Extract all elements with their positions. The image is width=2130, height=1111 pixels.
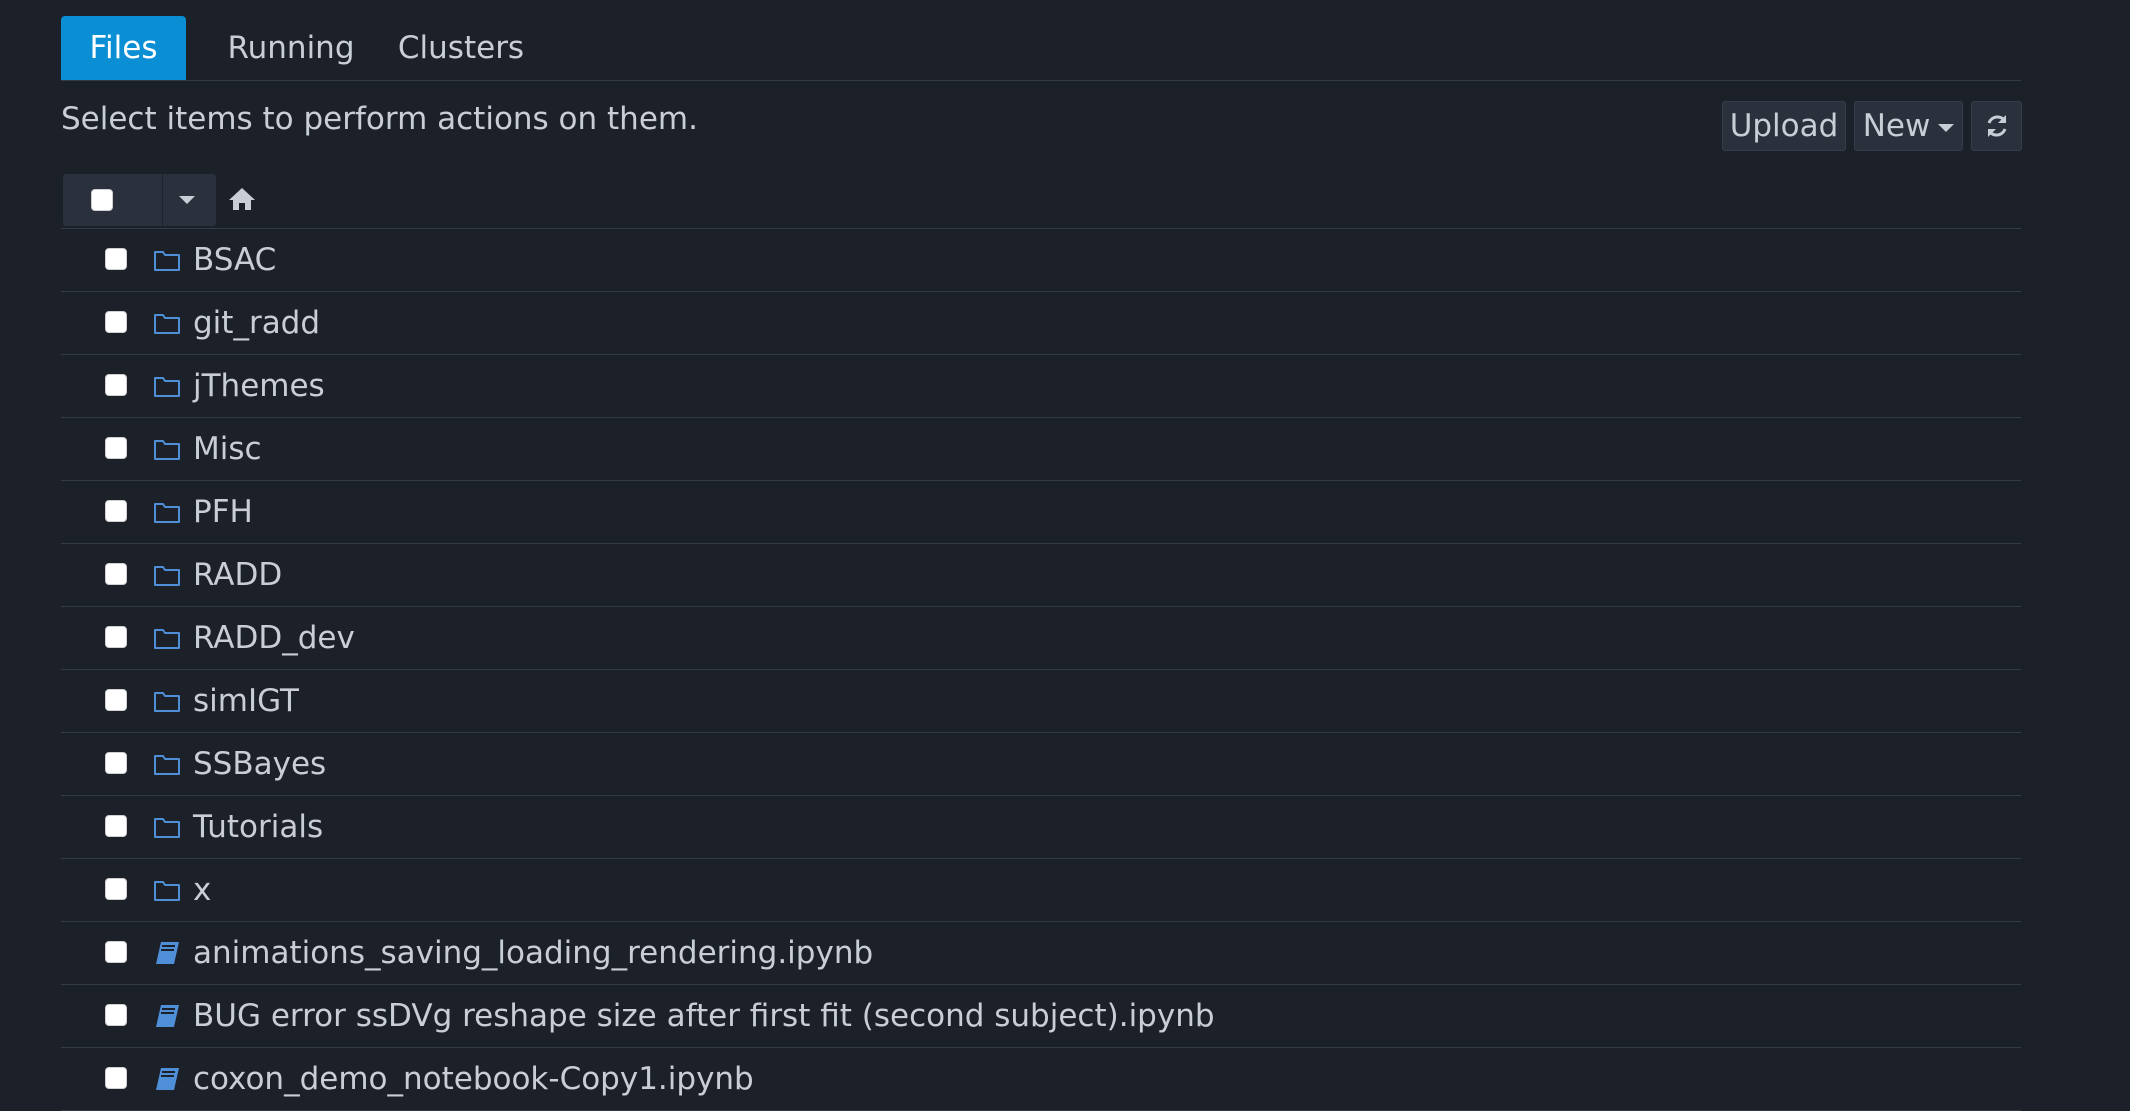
item-checkbox[interactable] [105,689,127,711]
item-checkbox[interactable] [105,815,127,837]
folder-icon [153,875,181,905]
instructions-text: Select items to perform actions on them. [61,101,698,137]
item-name-link[interactable]: RADD [193,544,282,606]
refresh-icon [1987,115,2006,137]
chevron-down-icon [179,196,195,204]
list-item[interactable]: BSAC [61,229,2021,292]
list-item[interactable]: Misc [61,418,2021,481]
item-name-link[interactable]: BUG error ssDVg reshape size after first… [193,985,1215,1047]
item-name-link[interactable]: x [193,859,211,921]
item-checkbox[interactable] [105,437,127,459]
notebook-icon [153,938,181,968]
refresh-button[interactable] [1971,101,2022,151]
folder-icon [153,623,181,653]
list-item[interactable]: PFH [61,481,2021,544]
item-name-link[interactable]: Tutorials [193,796,323,858]
folder-icon [153,812,181,842]
select-all-checkbox[interactable] [91,189,113,211]
list-item[interactable]: x [61,859,2021,922]
item-checkbox[interactable] [105,626,127,648]
list-item[interactable]: jThemes [61,355,2021,418]
item-name-link[interactable]: coxon_demo_notebook-Copy1.ipynb [193,1048,754,1110]
item-name-link[interactable]: RADD_dev [193,607,355,669]
notebook-icon [153,1001,181,1031]
tab-clusters[interactable]: Clusters [380,16,542,80]
tab-files[interactable]: Files [61,16,186,80]
folder-icon [153,371,181,401]
file-list: BSAC git_radd jThemes Misc PFH RADD RADD_dev si… [61,229,2021,1111]
new-button-label: New [1862,108,1931,144]
list-item[interactable]: simIGT [61,670,2021,733]
folder-icon [153,560,181,590]
notebook-icon [153,1064,181,1094]
folder-icon [153,245,181,275]
selection-dropdown-button[interactable] [162,174,216,226]
list-item[interactable]: git_radd [61,292,2021,355]
item-checkbox[interactable] [105,374,127,396]
folder-icon [153,686,181,716]
item-name-link[interactable]: animations_saving_loading_rendering.ipyn… [193,922,873,984]
home-icon[interactable] [227,186,257,212]
upload-button[interactable]: Upload [1722,101,1846,151]
item-checkbox[interactable] [105,878,127,900]
item-checkbox[interactable] [105,1067,127,1089]
item-name-link[interactable]: simIGT [193,670,299,732]
item-name-link[interactable]: PFH [193,481,253,543]
list-item[interactable]: coxon_demo_notebook-Copy1.ipynb [61,1048,2021,1111]
item-name-link[interactable]: SSBayes [193,733,326,795]
tab-running[interactable]: Running [207,16,375,80]
list-item[interactable]: RADD_dev [61,607,2021,670]
list-item[interactable]: animations_saving_loading_rendering.ipyn… [61,922,2021,985]
folder-icon [153,308,181,338]
item-name-link[interactable]: git_radd [193,292,320,354]
folder-icon [153,749,181,779]
folder-icon [153,497,181,527]
item-checkbox[interactable] [105,311,127,333]
item-name-link[interactable]: jThemes [193,355,325,417]
list-item[interactable]: SSBayes [61,733,2021,796]
chevron-down-icon [1938,123,1955,132]
item-checkbox[interactable] [105,1004,127,1026]
list-item[interactable]: BUG error ssDVg reshape size after first… [61,985,2021,1048]
list-header [61,172,2021,229]
item-checkbox[interactable] [105,500,127,522]
new-button[interactable]: New [1854,101,1963,151]
item-checkbox[interactable] [105,248,127,270]
item-name-link[interactable]: Misc [193,418,262,480]
select-all-control [63,174,162,226]
tab-bar: Files Running Clusters [61,16,2021,81]
item-checkbox[interactable] [105,941,127,963]
item-name-link[interactable]: BSAC [193,229,276,291]
list-item[interactable]: Tutorials [61,796,2021,859]
list-item[interactable]: RADD [61,544,2021,607]
item-checkbox[interactable] [105,563,127,585]
folder-icon [153,434,181,464]
item-checkbox[interactable] [105,752,127,774]
